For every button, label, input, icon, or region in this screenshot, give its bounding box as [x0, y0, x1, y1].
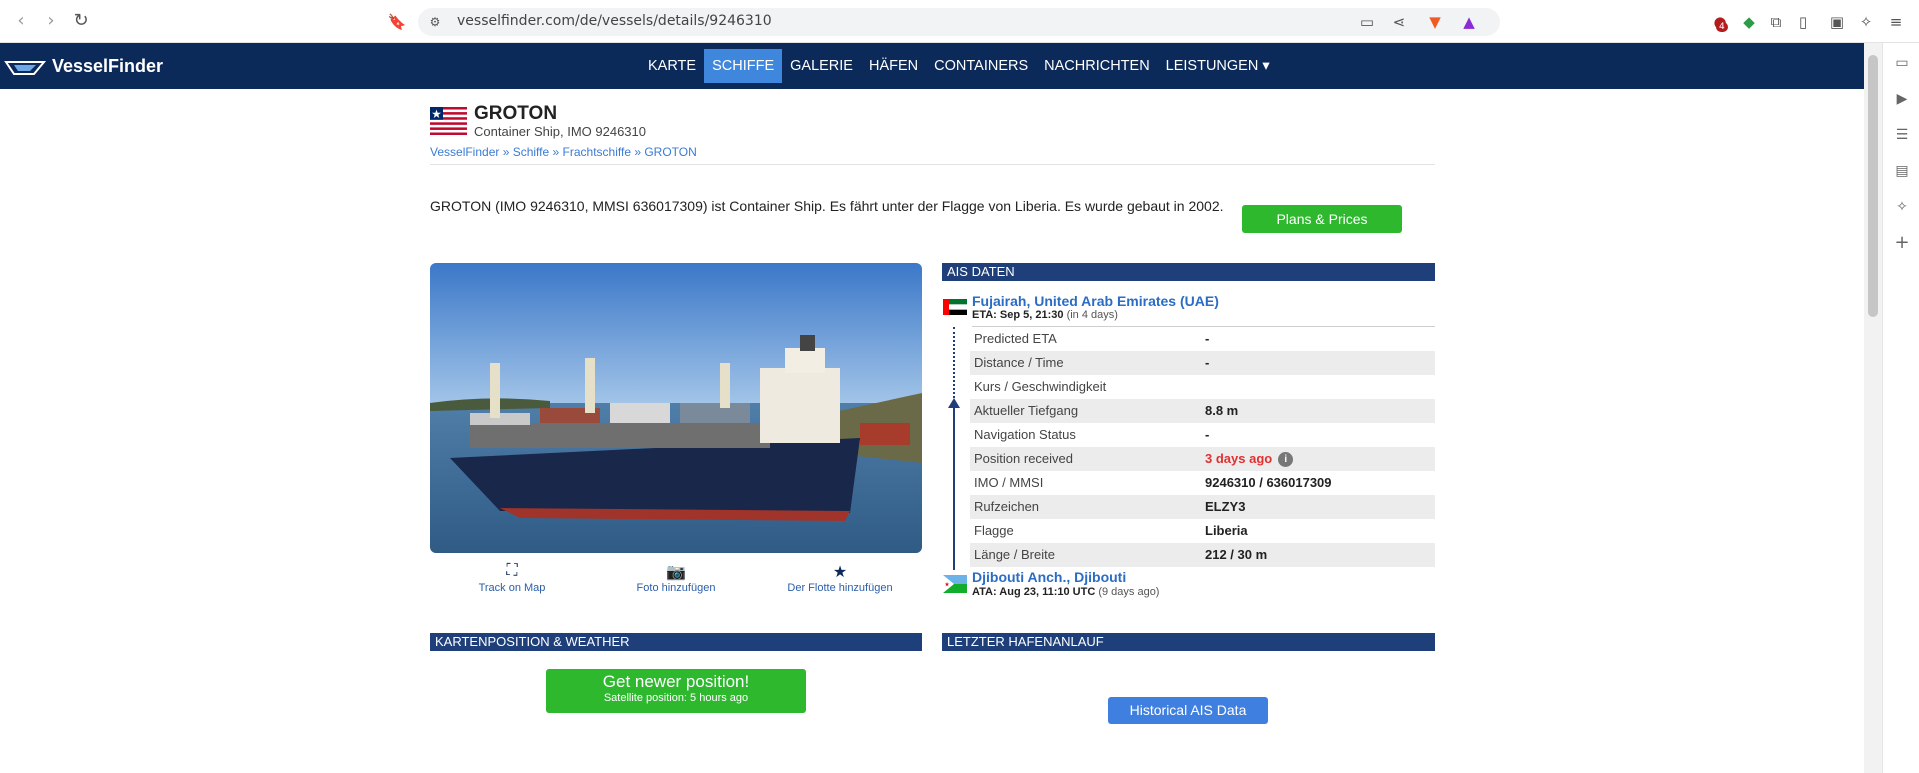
bookmarks-sidebar-icon[interactable]: ▤ [1892, 161, 1912, 181]
origin-ata: ATA: Aug 23, 11:10 UTC (9 days ago) [972, 586, 1160, 598]
origin-port-link[interactable]: Djibouti Anch., Djibouti [972, 569, 1126, 585]
table-row: Distance / Time - [970, 351, 1435, 375]
table-row: Navigation Status - [974, 427, 1210, 442]
nav-schiffe[interactable]: SCHIFFE [704, 49, 783, 83]
logo-ship-icon [4, 61, 46, 75]
table-row: Predicted ETA - [974, 331, 1210, 346]
route-line [953, 402, 955, 570]
breadcrumb[interactable]: VesselFinder » Schiffe » Frachtschiffe »… [430, 145, 697, 159]
camera-icon: 📷 [666, 564, 686, 581]
add-photo-link[interactable]: 📷 Foto hinzufügen [606, 562, 746, 594]
divider [430, 164, 1435, 165]
table-row: Rufzeichen ELZY3 [970, 495, 1435, 519]
sidebar-toggle-icon[interactable]: ▯ [1792, 11, 1814, 33]
table-row: Flagge Liberia [974, 523, 1248, 538]
video-sidebar-icon[interactable]: ▶ [1892, 89, 1912, 109]
url-text[interactable]: vesselfinder.com/de/vessels/details/9246… [457, 13, 772, 29]
brave-shield-icon[interactable]: ▼ [1424, 11, 1446, 33]
table-row: Position received 3 days ago i [970, 447, 1435, 471]
share-icon[interactable]: ⋖ [1388, 11, 1410, 33]
destination-eta: ETA: Sep 5, 21:30 (in 4 days) [972, 309, 1118, 321]
shield-icon[interactable]: ◆ [1738, 11, 1760, 33]
track-on-map-link[interactable]: ⛶ Track on Map [442, 562, 582, 594]
last-port-header: LETZTER HAFENANLAUF [942, 633, 1435, 651]
destination-port-link[interactable]: Fujairah, United Arab Emirates (UAE) [972, 293, 1219, 309]
nav-containers[interactable]: CONTAINERS [926, 43, 1036, 89]
vessel-photo[interactable] [430, 263, 922, 553]
route-arrow-icon [948, 398, 960, 408]
reading-list-icon[interactable]: ☰ [1892, 125, 1912, 145]
scroll-thumb[interactable] [1868, 55, 1878, 317]
browser-toolbar: ‹ › ↻ 🔖 ⚙ vesselfinder.com/de/vessels/de… [0, 0, 1919, 43]
page-scrollbar[interactable] [1864, 43, 1882, 773]
forward-icon[interactable]: › [40, 10, 62, 32]
info-icon[interactable]: i [1278, 452, 1294, 468]
ship-photo-image [430, 263, 922, 553]
ai-sidebar-icon[interactable]: ✧ [1892, 197, 1912, 217]
vessel-description: GROTON (IMO 9246310, MMSI 636017309) ist… [430, 198, 1224, 214]
wallet-icon[interactable]: ▣ [1826, 11, 1848, 33]
liberia-flag-icon [430, 107, 467, 135]
leo-icon[interactable]: ✧ [1855, 11, 1877, 33]
cast-icon[interactable]: ▭ [1356, 11, 1378, 33]
table-row: Länge / Breite 212 / 30 m [970, 543, 1435, 567]
nav-galerie[interactable]: GALERIE [782, 43, 861, 89]
table-row: Aktueller Tiefgang 8.8 m [970, 399, 1435, 423]
map-weather-header: KARTENPOSITION & WEATHER [430, 633, 922, 651]
extension-badge: 4 [1716, 22, 1728, 32]
add-sidebar-icon[interactable]: + [1892, 233, 1912, 253]
ais-table: Predicted ETA - Distance / Time - Kurs / G… [970, 327, 1435, 567]
vesselfinder-logo[interactable]: VesselFinder [4, 55, 163, 77]
djibouti-flag-icon [943, 575, 967, 593]
plans-prices-button[interactable]: Plans & Prices [1242, 205, 1402, 233]
nav-haefen[interactable]: HÄFEN [861, 43, 926, 89]
vessel-name: GROTON [474, 103, 558, 124]
add-to-fleet-link[interactable]: ★ Der Flotte hinzufügen [770, 562, 910, 594]
site-navbar: VesselFinder KARTE SCHIFFE GALERIE HÄFEN… [0, 43, 1864, 89]
vessel-subtitle: Container Ship, IMO 9246310 [474, 124, 646, 139]
ais-header: AIS DATEN [942, 263, 1435, 281]
map-pin-icon: ⛶ [506, 562, 518, 579]
table-row: Kurs / Geschwindigkeit [974, 379, 1107, 394]
puzzle-icon[interactable]: ⧉ [1765, 11, 1787, 33]
reload-icon[interactable]: ↻ [70, 10, 92, 32]
main-nav: KARTE SCHIFFE GALERIE HÄFEN CONTAINERS N… [640, 43, 1278, 89]
wallet-sidebar-icon[interactable]: ▭ [1892, 53, 1912, 73]
uae-flag-icon [943, 299, 967, 315]
historical-ais-button[interactable]: Historical AIS Data [1108, 697, 1268, 724]
nav-nachrichten[interactable]: NACHRICHTEN [1036, 43, 1158, 89]
get-newer-position-button[interactable]: Get newer position! Satellite position: … [546, 669, 806, 713]
browser-sidebar: ▭ ▶ ☰ ▤ ✧ + [1882, 43, 1919, 773]
back-icon[interactable]: ‹ [10, 10, 32, 32]
star-icon: ★ [832, 564, 848, 581]
bookmark-icon[interactable]: 🔖 [386, 11, 408, 33]
table-row: IMO / MMSI 9246310 / 636017309 [974, 475, 1332, 490]
rewards-icon[interactable]: ▲ [1458, 11, 1480, 33]
logo-text: VesselFinder [52, 55, 164, 76]
site-info-icon[interactable]: ⚙ [424, 11, 446, 33]
nav-leistungen[interactable]: LEISTUNGEN ▾ [1158, 43, 1278, 89]
menu-icon[interactable]: ≡ [1885, 11, 1907, 33]
route-dotted-line [953, 327, 955, 402]
nav-karte[interactable]: KARTE [640, 43, 704, 89]
photo-actions: ⛶ Track on Map 📷 Foto hinzufügen ★ Der F… [430, 562, 922, 602]
